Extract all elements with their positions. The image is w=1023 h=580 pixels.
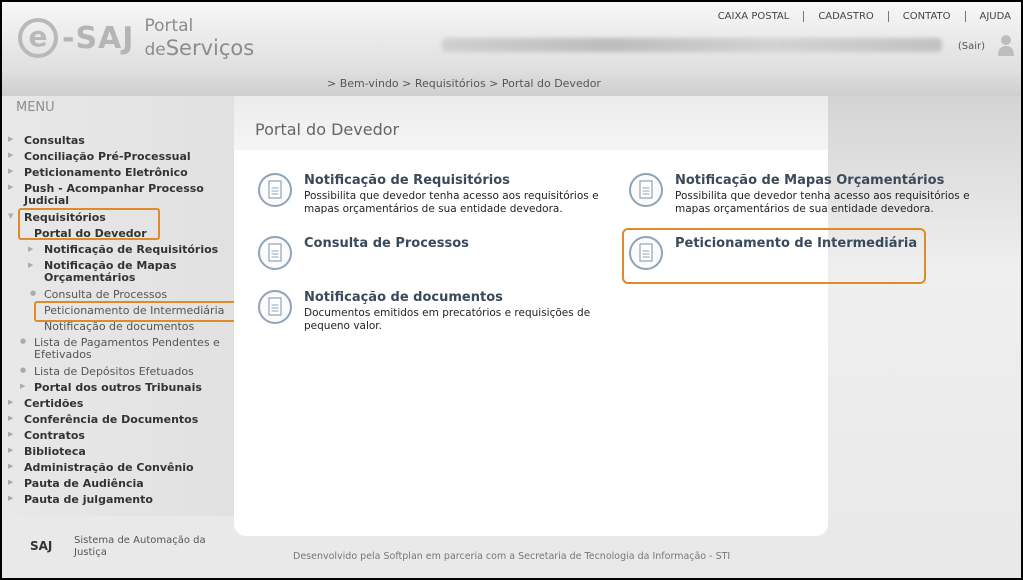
menu-item-biblioteca[interactable]: Biblioteca: [24, 446, 86, 458]
bullet-icon: ▶: [8, 151, 14, 159]
bullet-icon: ▶: [28, 261, 34, 269]
menu-item-notif-requisitorios[interactable]: Notificação de Requisitórios: [44, 244, 218, 256]
card-title[interactable]: Notificação de Requisitórios: [304, 173, 510, 188]
logo-de-servicos: deServiços: [144, 36, 254, 60]
app-window: e -SAJ Portal deServiços CAIXA POSTAL CA…: [0, 0, 1023, 580]
breadcrumb-bar: > Bem-vindo > Requisitórios > Portal do …: [2, 74, 1021, 96]
topnav-ajuda[interactable]: AJUDA: [964, 11, 1011, 22]
document-icon: [258, 290, 292, 324]
document-icon: [629, 173, 663, 207]
menu-item-notif-documentos[interactable]: Notificação de documentos: [44, 321, 194, 333]
menu-item-pauta-julgamento[interactable]: Pauta de julgamento: [24, 494, 153, 506]
document-icon: [258, 236, 292, 270]
bullet-icon: ▶: [8, 462, 14, 470]
bullet-icon: ▶: [8, 414, 14, 422]
bullet-icon: ▼: [8, 212, 14, 220]
footer-system-name: Sistema de Automação da Justiça: [74, 535, 206, 558]
menu-item-conciliacao[interactable]: Conciliação Pré-Processual: [24, 151, 191, 163]
footer-saj-logo: SAJ: [30, 539, 53, 553]
esaj-logo[interactable]: e -SAJ Portal deServiços: [18, 16, 254, 60]
bullet-icon: ●: [30, 289, 37, 297]
bullet-icon: ▶: [28, 245, 34, 253]
top-nav: CAIXA POSTAL CADASTRO CONTATO AJUDA: [704, 11, 1011, 22]
bullet-icon: ▶: [8, 478, 14, 486]
highlight-box: [18, 208, 160, 240]
card-title[interactable]: Consulta de Processos: [304, 236, 469, 251]
header: e -SAJ Portal deServiços CAIXA POSTAL CA…: [2, 2, 1021, 74]
card-title[interactable]: Notificação de Mapas Orçamentários: [675, 173, 944, 188]
menu-item-pauta-audiencia[interactable]: Pauta de Audiência: [24, 478, 144, 490]
menu-item-consulta-processos[interactable]: Consulta de Processos: [44, 289, 167, 301]
menu-item-conferencia[interactable]: Conferência de Documentos: [24, 414, 198, 426]
menu-title: MENU: [16, 100, 55, 115]
right-decoration: [828, 96, 1021, 536]
card-title[interactable]: Notificação de documentos: [304, 290, 503, 305]
bullet-icon: ▶: [8, 430, 14, 438]
menu-item-administracao[interactable]: Administração de Convênio: [24, 462, 194, 474]
card-desc: Possibilita que devedor tenha acesso aos…: [675, 190, 970, 215]
bullet-icon: ▶: [20, 382, 26, 390]
logo-portal-text: Portal deServiços: [144, 16, 254, 60]
bullet-icon: ▶: [8, 446, 14, 454]
bullet-icon: ▶: [8, 494, 14, 502]
page-title: Portal do Devedor: [255, 120, 400, 139]
menu-item-lista-pagamentos[interactable]: Lista de Pagamentos Pendentes e Efetivad…: [34, 337, 224, 361]
topnav-cadastro[interactable]: CADASTRO: [803, 11, 887, 22]
topnav-caixa-postal[interactable]: CAIXA POSTAL: [704, 11, 804, 22]
footer-developer: Desenvolvido pela Softplan em parceria c…: [293, 551, 731, 562]
logo-saj: -SAJ: [62, 20, 135, 56]
menu-item-certidoes[interactable]: Certidões: [24, 398, 83, 410]
topnav-contato[interactable]: CONTATO: [887, 11, 965, 22]
menu-item-peticionamento[interactable]: Peticionamento Eletrônico: [24, 167, 188, 179]
bullet-icon: ▶: [8, 398, 14, 406]
bullet-icon: ●: [20, 337, 27, 345]
bullet-icon: ▶: [8, 135, 14, 143]
logo-de: de: [144, 40, 166, 60]
logo-servicos: Serviços: [165, 36, 255, 60]
card-desc: Possibilita que devedor tenha acesso aos…: [304, 190, 599, 215]
person-icon: [998, 35, 1014, 56]
highlight-box: [622, 228, 926, 284]
menu-item-consultas[interactable]: Consultas: [24, 135, 85, 147]
bullet-icon: ●: [20, 366, 27, 374]
card-desc: Documentos emitidos em precatórios e req…: [304, 307, 591, 332]
menu-item-outros-tribunais[interactable]: Portal dos outros Tribunais: [34, 382, 202, 394]
bullet-icon: ▶: [8, 167, 14, 175]
logout-link[interactable]: (Sair): [958, 41, 985, 52]
menu-item-lista-depositos[interactable]: Lista de Depósitos Efetuados: [34, 366, 194, 378]
breadcrumb[interactable]: > Bem-vindo > Requisitórios > Portal do …: [327, 77, 601, 90]
menu-item-contratos[interactable]: Contratos: [24, 430, 85, 442]
menu-item-notif-mapas[interactable]: Notificação de Mapas Orçamentários: [44, 260, 194, 284]
user-info-redacted: [442, 38, 942, 52]
logo-portal: Portal: [144, 16, 194, 36]
highlight-box: [34, 301, 239, 322]
document-icon: [258, 173, 292, 207]
menu-item-push[interactable]: Push - Acompanhar Processo Judicial: [24, 183, 214, 207]
logo-e: e: [18, 18, 58, 58]
bullet-icon: ▶: [8, 183, 14, 191]
